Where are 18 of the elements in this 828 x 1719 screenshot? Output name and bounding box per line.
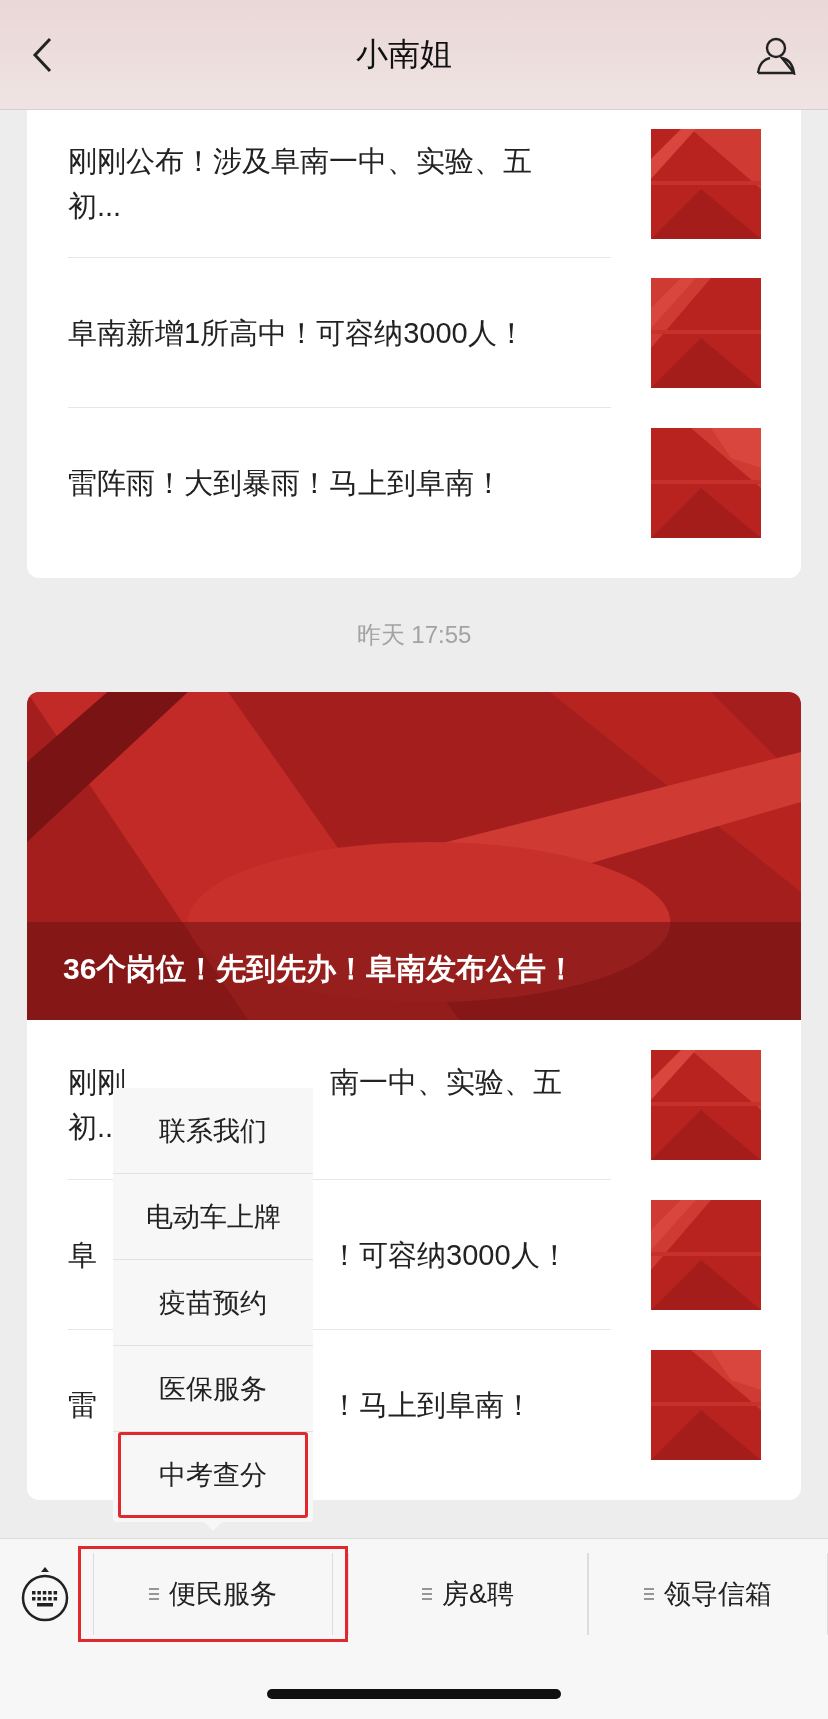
submenu-item[interactable]: 中考查分 — [118, 1432, 308, 1518]
back-icon — [32, 36, 52, 73]
article-title[interactable]: ！马上到阜南！ — [330, 1382, 608, 1428]
article-title[interactable]: 刚刚公布！涉及阜南一中、实验、五初... — [68, 139, 558, 229]
menu-tab[interactable]: 房&聘 — [348, 1553, 588, 1635]
back-button[interactable] — [32, 36, 52, 73]
article-title[interactable]: 南一中、实验、五 — [330, 1060, 608, 1105]
article-title[interactable]: 雷阵雨！大到暴雨！马上到阜南！ — [68, 460, 558, 506]
submenu-item[interactable]: 联系我们 — [113, 1088, 313, 1174]
chat-title: 小南姐 — [356, 34, 452, 74]
article-title[interactable]: ！可容纳3000人！ — [330, 1232, 608, 1278]
timestamp: 昨天 17:55 — [356, 620, 472, 650]
menu-icon — [644, 1588, 654, 1600]
menu-icon — [149, 1588, 159, 1600]
menu-icon — [422, 1588, 432, 1600]
article-title[interactable]: 阜南新增1所高中！可容纳3000人！ — [68, 310, 558, 356]
keyboard-icon — [20, 1566, 70, 1622]
menu-tab[interactable]: 领导信箱 — [588, 1553, 828, 1635]
